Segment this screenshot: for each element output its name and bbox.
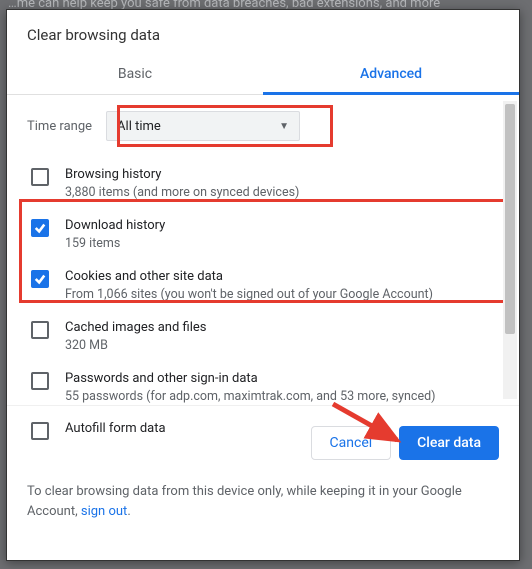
item-title: Passwords and other sign-in data xyxy=(65,371,435,386)
footer-tail: . xyxy=(127,504,130,519)
item-sub: 159 items xyxy=(65,236,165,253)
item-cookies: Cookies and other site data From 1,066 s… xyxy=(27,261,499,312)
checkbox-passwords[interactable] xyxy=(31,372,49,390)
chevron-down-icon: ▼ xyxy=(279,121,289,132)
time-range-value: All time xyxy=(117,119,161,134)
clear-browsing-data-dialog: Clear browsing data Basic Advanced Time … xyxy=(6,9,520,561)
item-sub: 320 MB xyxy=(65,338,206,355)
dialog-title: Clear browsing data xyxy=(7,10,519,56)
checkbox-browsing-history[interactable] xyxy=(31,168,49,186)
item-sub: From 1,066 sites (you won't be signed ou… xyxy=(65,287,433,304)
checkbox-cookies[interactable] xyxy=(31,270,49,288)
item-sub: 3,880 items (and more on synced devices) xyxy=(65,185,299,202)
item-download-history: Download history 159 items xyxy=(27,210,499,261)
tab-basic[interactable]: Basic xyxy=(7,56,263,94)
time-range-row: Time range All time ▼ xyxy=(27,111,499,141)
checkbox-download-history[interactable] xyxy=(31,219,49,237)
scrollbar-thumb[interactable] xyxy=(505,104,515,334)
clear-data-button[interactable]: Clear data xyxy=(399,426,499,460)
time-range-label: Time range xyxy=(27,119,92,134)
scrollbar[interactable] xyxy=(503,101,517,399)
tab-advanced[interactable]: Advanced xyxy=(263,56,519,94)
item-cached: Cached images and files 320 MB xyxy=(27,312,499,363)
checkbox-cached[interactable] xyxy=(31,321,49,339)
tabs: Basic Advanced xyxy=(7,56,519,95)
item-title: Cached images and files xyxy=(65,320,206,335)
item-browsing-history: Browsing history 3,880 items (and more o… xyxy=(27,159,499,210)
time-range-select[interactable]: All time ▼ xyxy=(106,111,300,141)
item-title: Download history xyxy=(65,218,165,233)
item-title: Browsing history xyxy=(65,167,299,182)
item-sub: 55 passwords (for adp.com, maximtrak.com… xyxy=(65,389,435,406)
cancel-button[interactable]: Cancel xyxy=(311,426,392,460)
sign-out-link[interactable]: sign out xyxy=(81,504,127,519)
item-title: Cookies and other site data xyxy=(65,269,433,284)
dialog-footer: To clear browsing data from this device … xyxy=(7,474,519,539)
options-scroll-area: Time range All time ▼ Browsing history 3… xyxy=(7,95,519,405)
dialog-buttons: Cancel Clear data xyxy=(7,405,519,474)
